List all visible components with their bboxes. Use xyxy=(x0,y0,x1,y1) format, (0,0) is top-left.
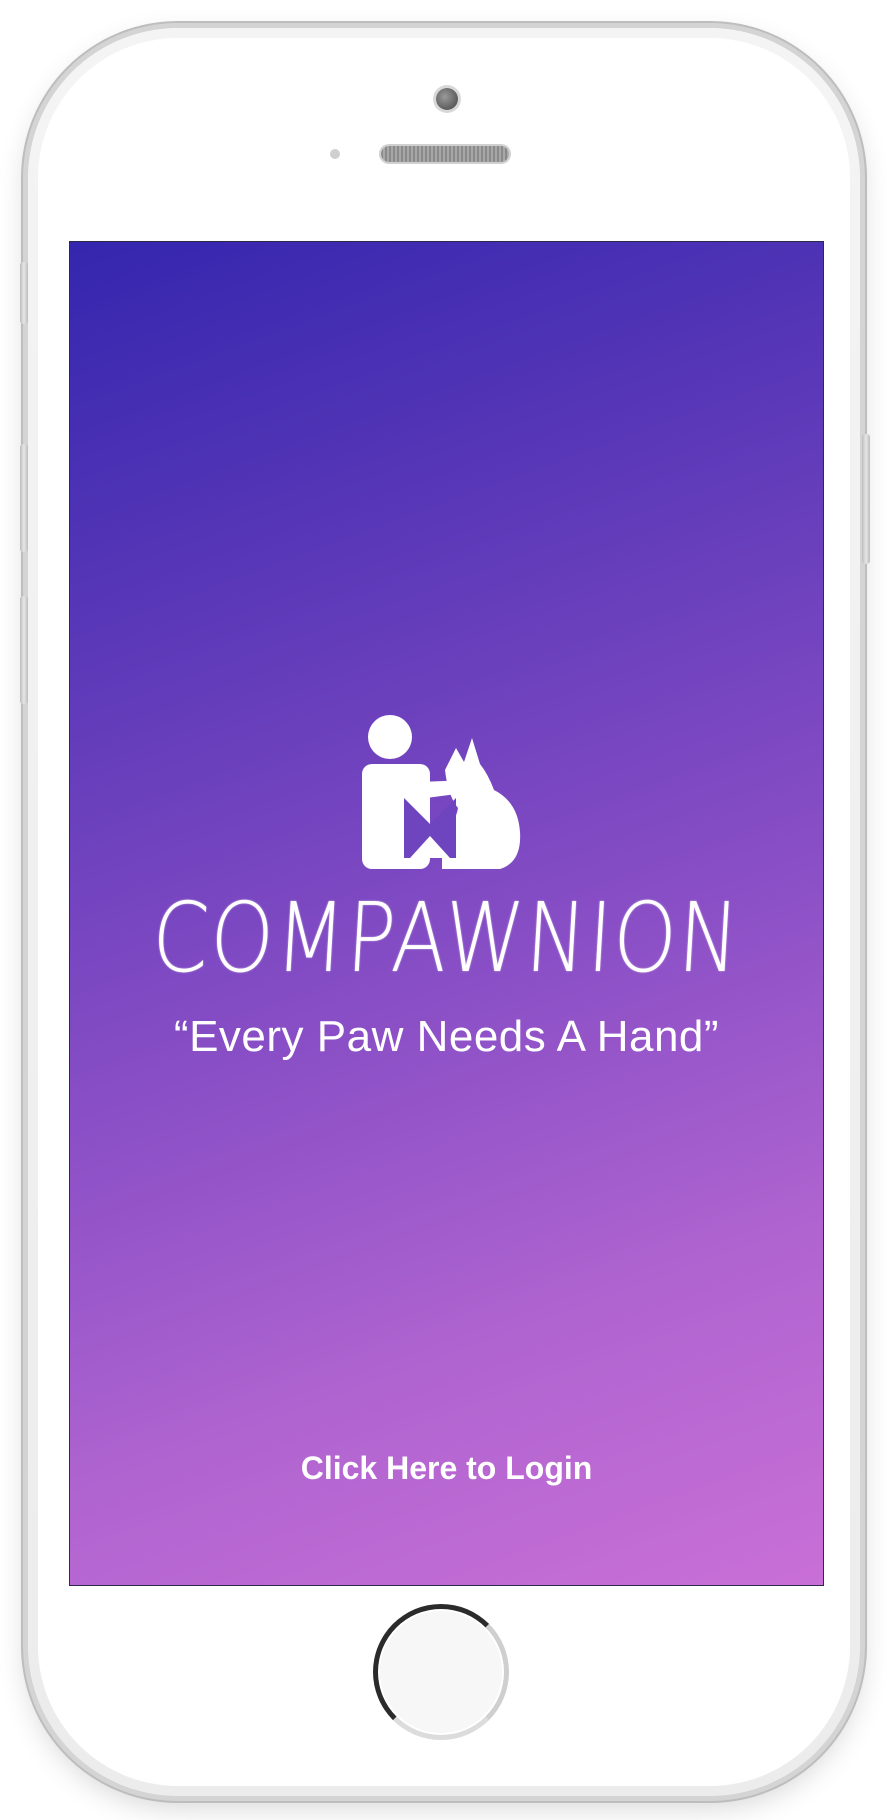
home-button[interactable] xyxy=(373,1604,509,1740)
mute-switch xyxy=(20,262,28,324)
app-screen: COMPAWNION “Every Paw Needs A Hand” Clic… xyxy=(69,241,824,1586)
tagline: “Every Paw Needs A Hand” xyxy=(173,1012,720,1061)
earpiece-speaker xyxy=(381,146,509,162)
volume-down-button xyxy=(20,596,28,704)
front-camera xyxy=(436,88,458,110)
power-button xyxy=(862,434,870,564)
volume-up-button xyxy=(20,444,28,552)
person-petting-dog-icon xyxy=(360,712,540,872)
login-button[interactable]: Click Here to Login xyxy=(291,1444,603,1492)
brand-name: COMPAWNION xyxy=(149,882,744,994)
proximity-sensor xyxy=(330,149,340,159)
login-link-container: Click Here to Login xyxy=(70,1450,823,1487)
